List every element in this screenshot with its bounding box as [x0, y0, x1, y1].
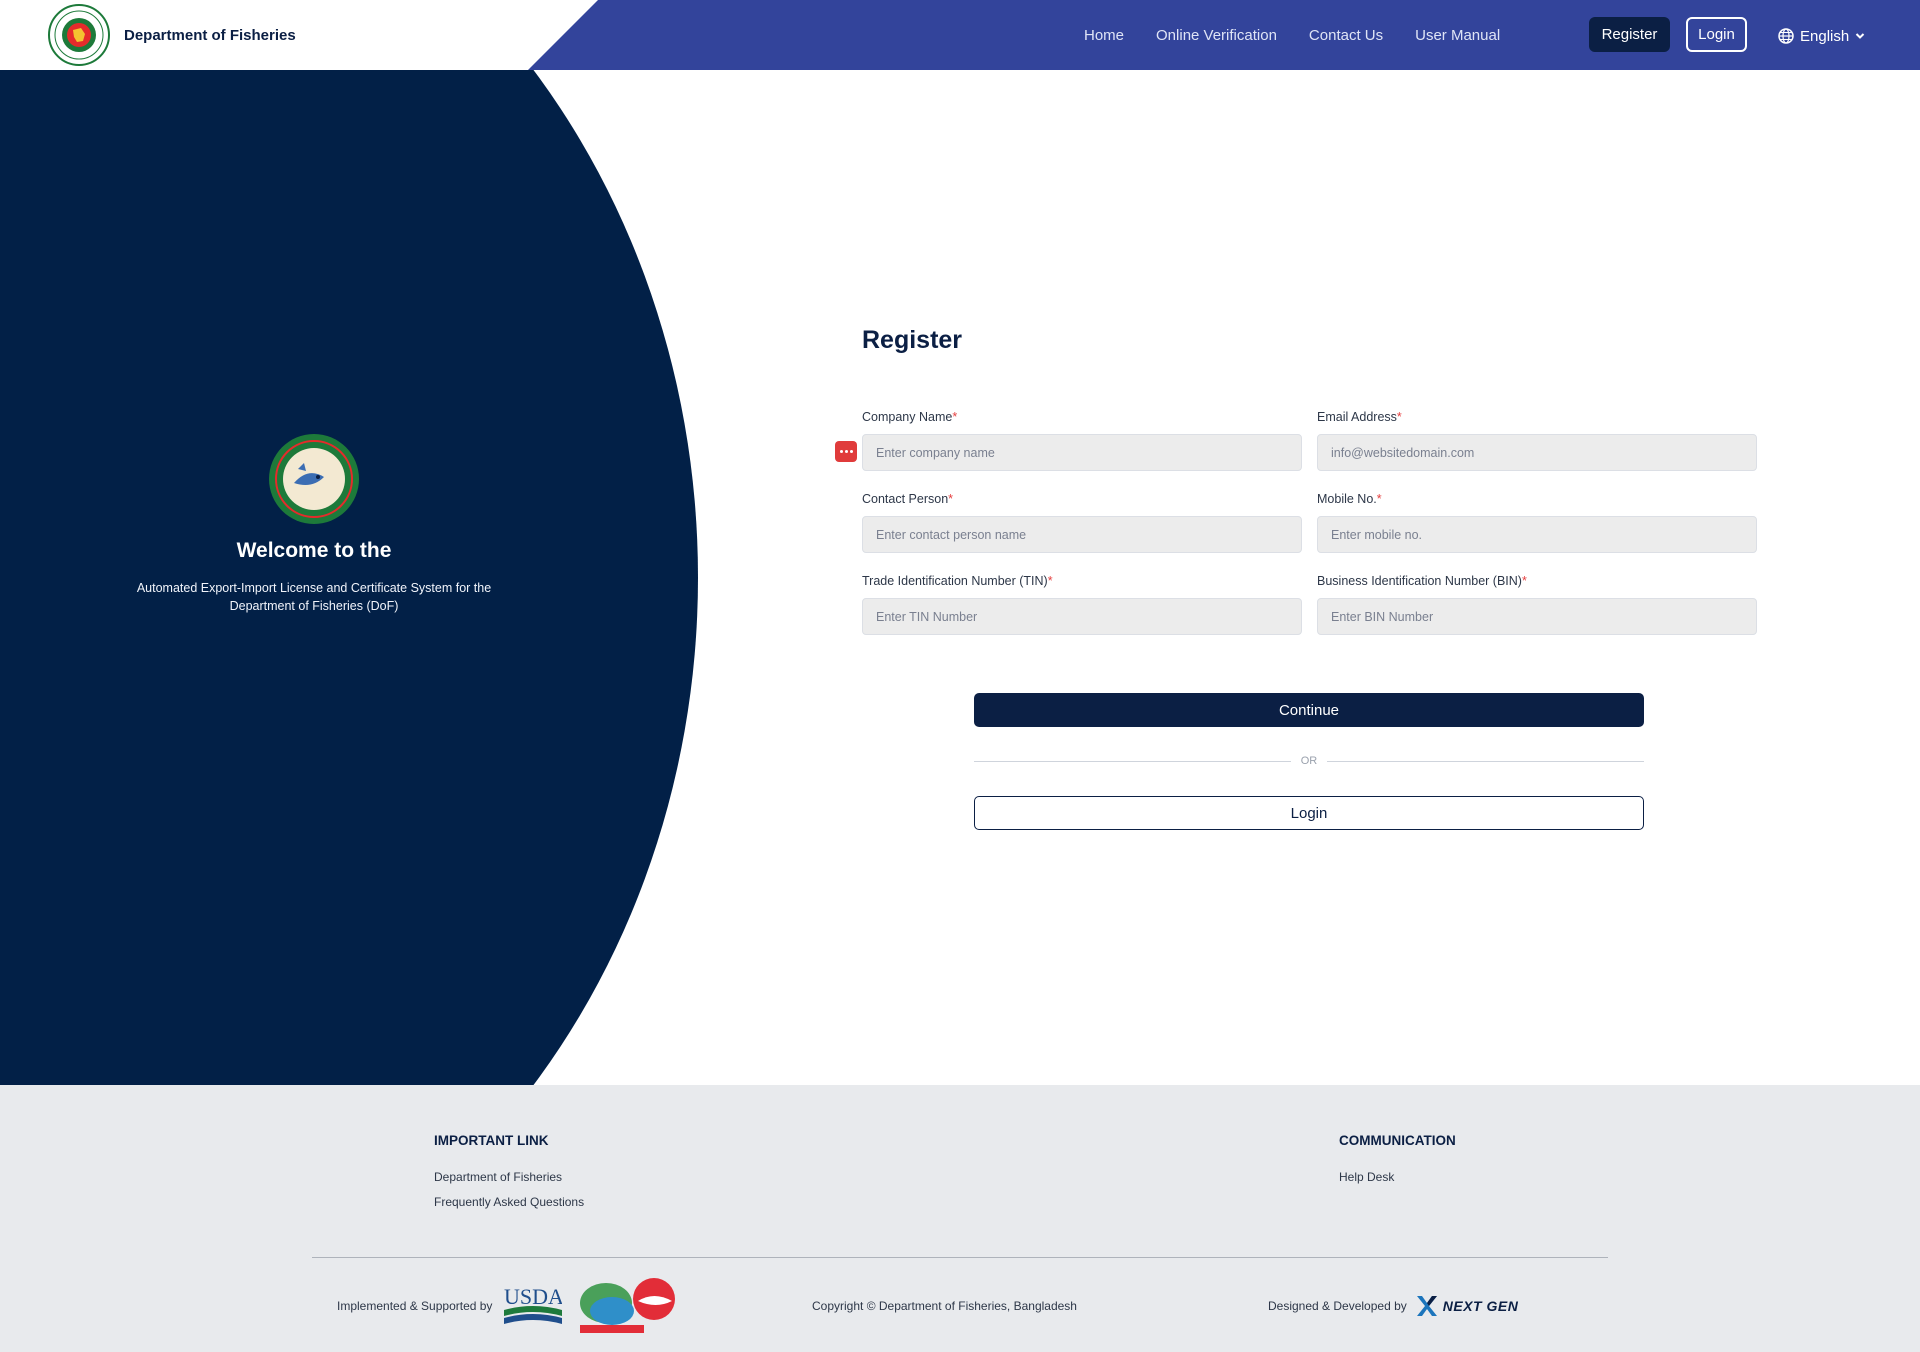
- brand-title: Department of Fisheries: [124, 26, 296, 44]
- hero-title: Welcome to the: [236, 539, 392, 562]
- footer-link-department[interactable]: Department of Fisheries: [434, 1170, 584, 1184]
- footer: IMPORTANT LINK Department of Fisheries F…: [0, 1085, 1920, 1352]
- hero-subtitle: Automated Export-Import License and Cert…: [136, 581, 492, 613]
- globe-icon: [1778, 28, 1794, 44]
- language-selector[interactable]: English: [1778, 23, 1865, 49]
- main-nav: Home Online Verification Contact Us User…: [1084, 0, 1500, 70]
- header-login-button[interactable]: Login: [1686, 17, 1747, 52]
- or-text: OR: [1300, 755, 1318, 767]
- email-address-field: Email Address*: [1317, 410, 1757, 471]
- or-divider: OR: [974, 753, 1644, 769]
- bin-label: Business Identification Number (BIN)*: [1317, 574, 1527, 588]
- language-label: English: [1800, 27, 1850, 45]
- designed-by: Designed & Developed by NEXT GEN: [1268, 1280, 1518, 1332]
- header-register-button[interactable]: Register: [1589, 17, 1670, 52]
- mobile-number-input[interactable]: [1317, 516, 1757, 553]
- bin-field: Business Identification Number (BIN)*: [1317, 574, 1757, 635]
- usda-logo: USDA: [504, 1284, 563, 1324]
- nav-home[interactable]: Home: [1084, 27, 1124, 44]
- mobile-number-field: Mobile No.*: [1317, 492, 1757, 553]
- hero-content: Welcome to the Automated Export-Import L…: [114, 433, 514, 615]
- contact-person-label: Contact Person*: [862, 492, 954, 506]
- tin-input[interactable]: [862, 598, 1302, 635]
- copyright-text: Copyright © Department of Fisheries, Ban…: [812, 1299, 1077, 1313]
- fisheries-emblem-logo: [269, 434, 359, 524]
- nav-online-verification[interactable]: Online Verification: [1156, 27, 1277, 44]
- password-manager-icon[interactable]: [835, 441, 857, 462]
- nextgen-x-icon: [1416, 1296, 1437, 1316]
- nextgen-name: NEXT GEN: [1442, 1298, 1519, 1314]
- company-name-field: Company Name*: [862, 410, 1302, 471]
- implemented-text: Implemented & Supported by: [337, 1299, 493, 1313]
- email-address-label: Email Address*: [1317, 410, 1402, 424]
- email-address-input[interactable]: [1317, 434, 1757, 471]
- register-title: Register: [862, 326, 963, 354]
- top-header: Department of Fisheries Home Online Veri…: [0, 0, 1920, 70]
- footer-link-help-desk[interactable]: Help Desk: [1339, 1170, 1456, 1184]
- copyright: Copyright © Department of Fisheries, Ban…: [812, 1280, 1077, 1332]
- or-line-right: [1327, 760, 1644, 762]
- government-seal-logo: [48, 4, 110, 66]
- company-name-input[interactable]: [862, 434, 1302, 471]
- mobile-number-label: Mobile No.*: [1317, 492, 1382, 506]
- nav-user-manual[interactable]: User Manual: [1415, 27, 1500, 44]
- trade-facilitation-logo: [580, 1278, 676, 1333]
- chevron-down-icon: [1855, 33, 1865, 39]
- tin-label: Trade Identification Number (TIN)*: [862, 574, 1053, 588]
- contact-person-input[interactable]: [862, 516, 1302, 553]
- important-links-column: IMPORTANT LINK Department of Fisheries F…: [434, 1133, 584, 1220]
- form-login-button[interactable]: Login: [974, 796, 1644, 830]
- implemented-by: Implemented & Supported by USDA: [337, 1278, 680, 1333]
- bin-input[interactable]: [1317, 598, 1757, 635]
- footer-link-faq[interactable]: Frequently Asked Questions: [434, 1195, 584, 1209]
- contact-person-field: Contact Person*: [862, 492, 1302, 553]
- communication-heading: COMMUNICATION: [1339, 1133, 1456, 1148]
- brand[interactable]: Department of Fisheries: [48, 4, 296, 66]
- communication-column: COMMUNICATION Help Desk: [1339, 1133, 1456, 1195]
- or-line-left: [974, 760, 1291, 762]
- important-links-heading: IMPORTANT LINK: [434, 1133, 549, 1148]
- designed-text: Designed & Developed by: [1268, 1299, 1407, 1313]
- nextgen-logo: NEXT GEN: [1415, 1294, 1519, 1318]
- company-name-label: Company Name*: [862, 410, 958, 424]
- nav-contact-us[interactable]: Contact Us: [1309, 27, 1383, 44]
- footer-divider: [312, 1257, 1608, 1258]
- continue-button[interactable]: Continue: [974, 693, 1644, 727]
- svg-text:USDA: USDA: [504, 1284, 562, 1309]
- tin-field: Trade Identification Number (TIN)*: [862, 574, 1302, 635]
